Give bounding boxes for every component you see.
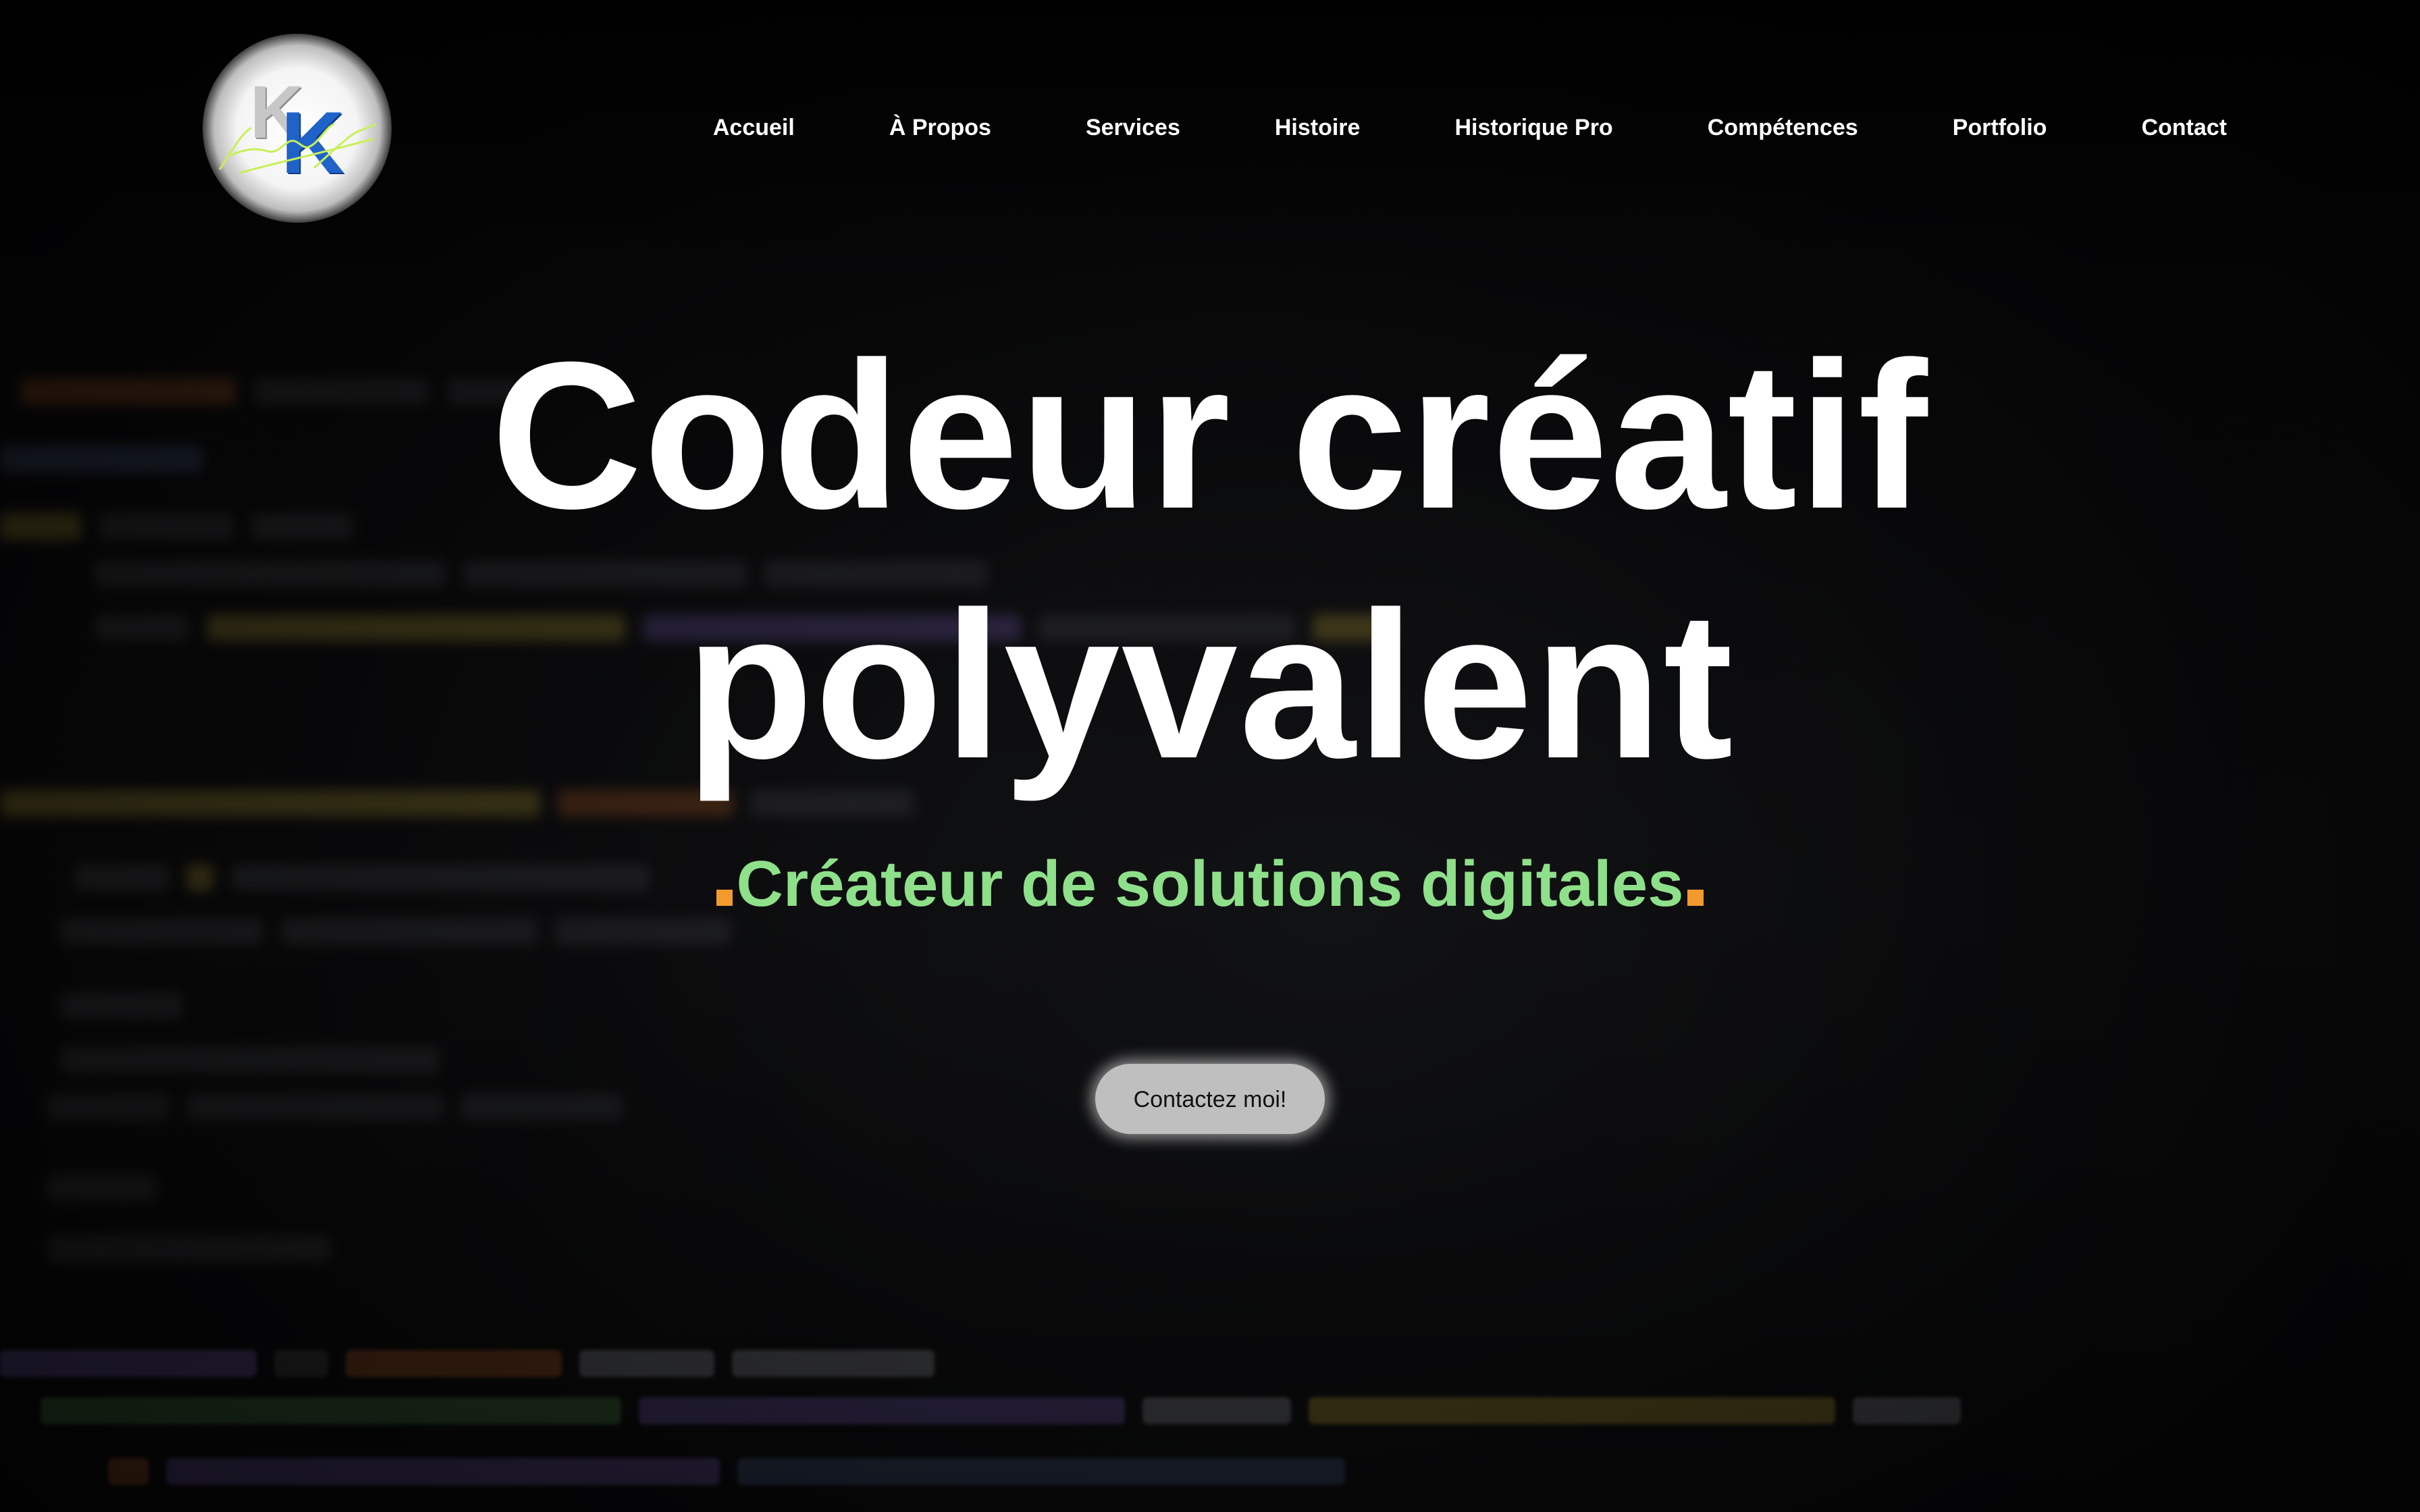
- hero-section: Codeur créatif polyvalent Créateur de so…: [0, 310, 2420, 1134]
- accent-dot-right: [1687, 890, 1704, 906]
- nav-item-services[interactable]: Services: [1086, 111, 1180, 144]
- hero-title: Codeur créatif polyvalent: [491, 318, 1929, 802]
- hero-subtitle: Créateur de solutions digitales: [736, 848, 1684, 920]
- main-navigation: Accueil À Propos Services Histoire Histo…: [713, 111, 2227, 144]
- nav-item-competences[interactable]: Compétences: [1708, 111, 1858, 144]
- nav-item-histoire[interactable]: Histoire: [1275, 111, 1361, 144]
- nav-item-portfolio[interactable]: Portfolio: [1953, 111, 2047, 144]
- logo-signature-script: [219, 123, 377, 174]
- site-logo[interactable]: K K: [203, 34, 392, 223]
- nav-item-a-propos[interactable]: À Propos: [889, 111, 991, 144]
- contact-me-button[interactable]: Contactez moi!: [1095, 1064, 1325, 1134]
- accent-dot-left: [716, 890, 733, 906]
- nav-item-contact[interactable]: Contact: [2141, 111, 2227, 144]
- site-header: K K Accueil À Propos Services Histoire H…: [0, 0, 2420, 256]
- hero-subtitle-line: Créateur de solutions digitales: [0, 844, 2420, 925]
- nav-item-accueil[interactable]: Accueil: [713, 111, 795, 144]
- nav-item-historique-pro[interactable]: Historique Pro: [1454, 111, 1612, 144]
